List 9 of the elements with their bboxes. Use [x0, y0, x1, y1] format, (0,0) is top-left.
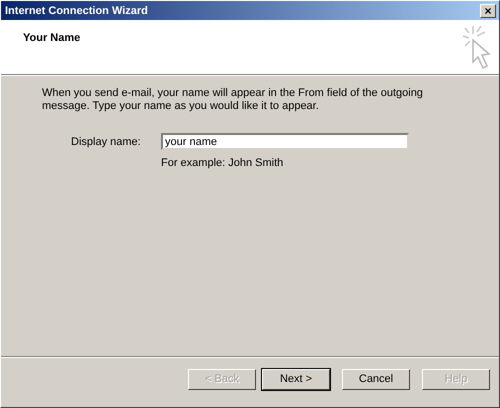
instruction-text: When you send e-mail, your name will appear in the From field of the outgoing message. Type your name as you would like it to appear. [42, 87, 424, 113]
next-button[interactable]: Next > [262, 368, 330, 390]
page-title: Your Name [23, 32, 80, 46]
close-button[interactable]: × [480, 4, 496, 18]
display-name-field[interactable]: your name [161, 133, 409, 150]
window-title: Internet Connection Wizard [5, 4, 148, 16]
cancel-button[interactable]: Cancel [342, 368, 410, 390]
display-name-label: Display name: [71, 136, 142, 150]
example-text: For example: John Smith [161, 157, 284, 169]
